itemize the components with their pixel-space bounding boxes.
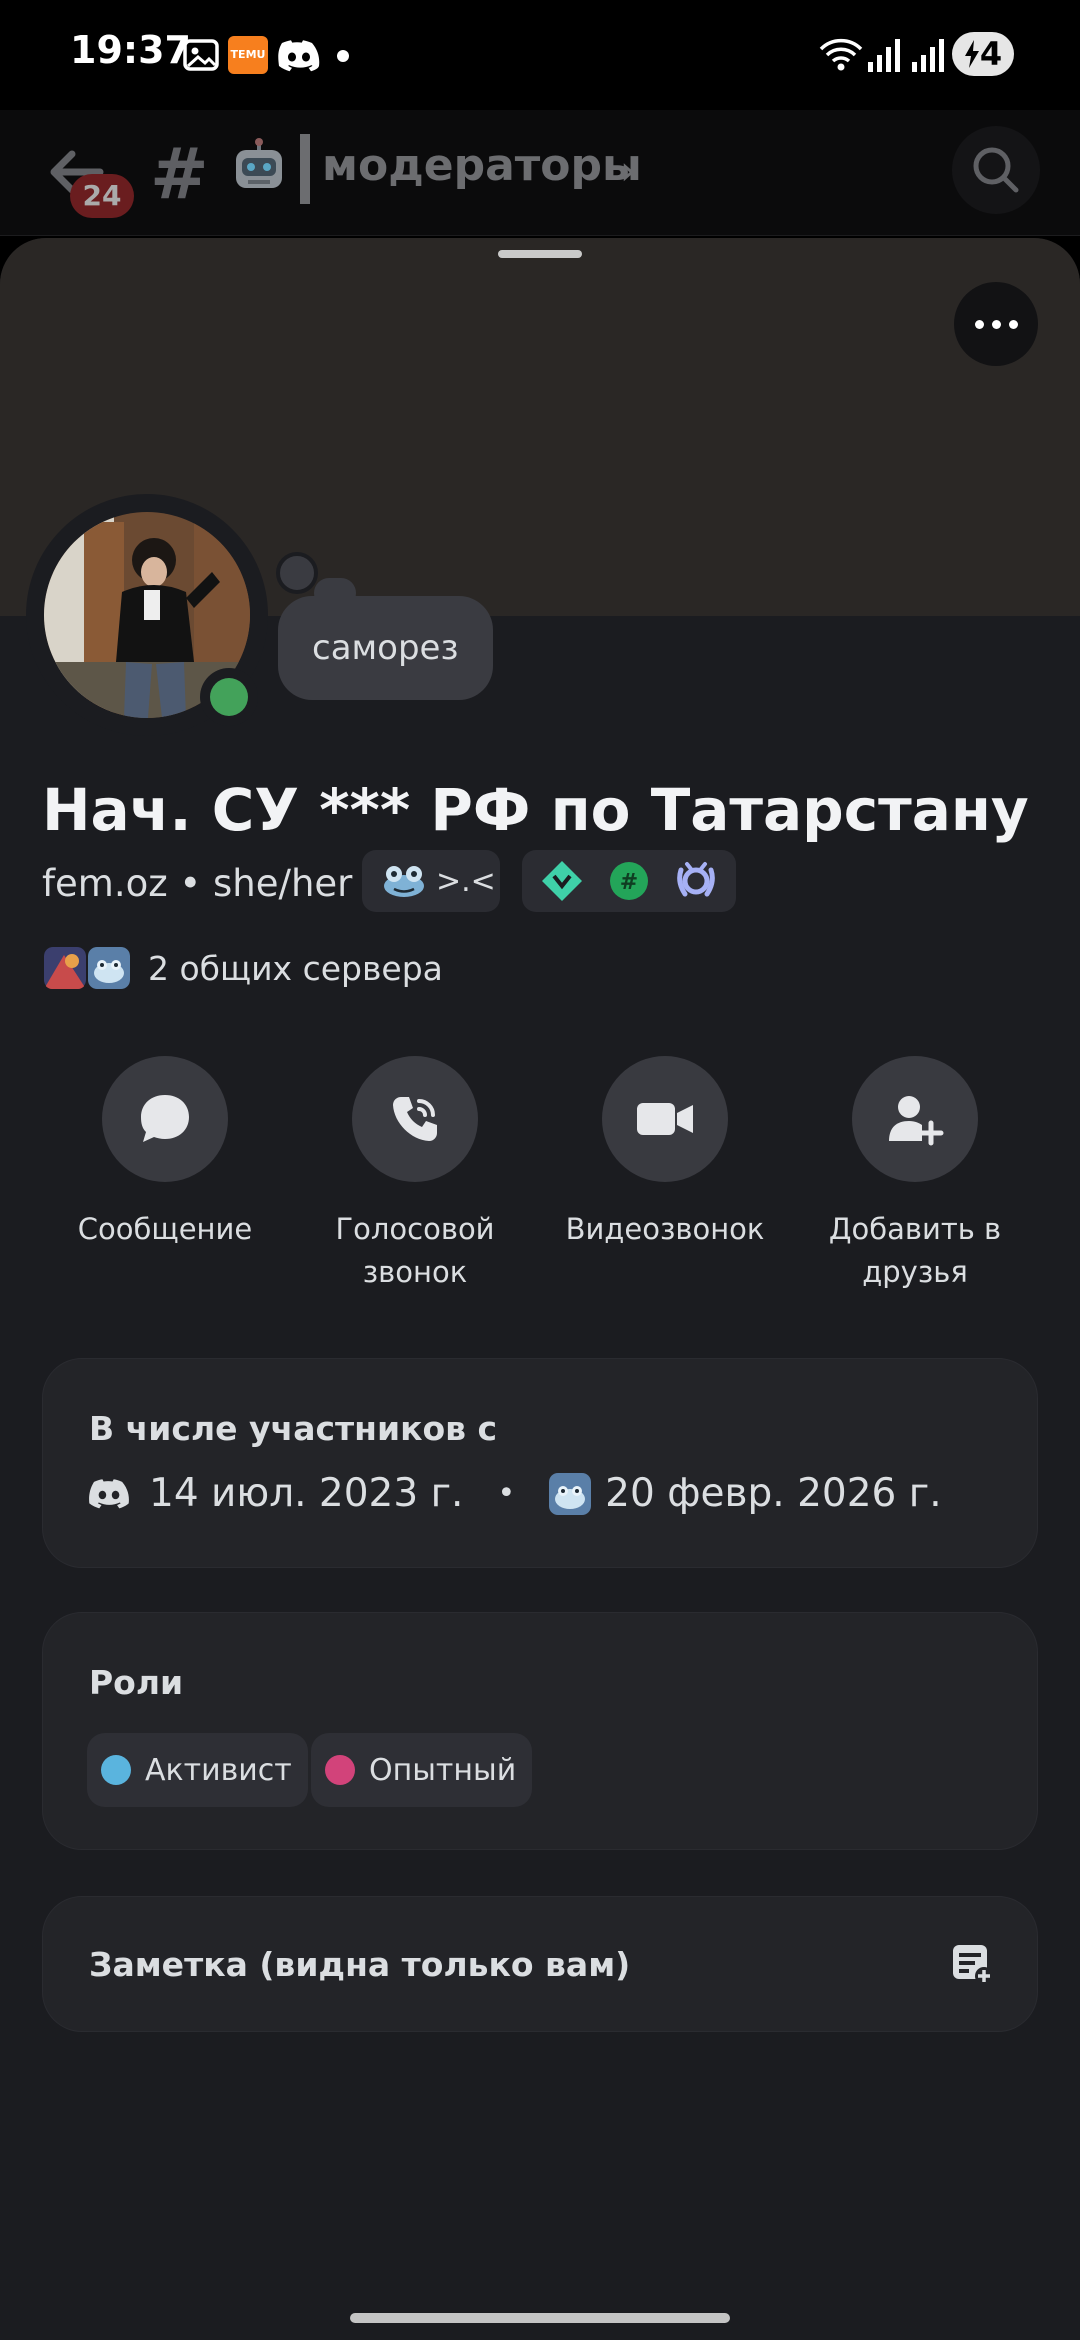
signal-icon-2 <box>912 39 944 72</box>
divider <box>300 134 310 204</box>
mutual-servers-label: 2 общих сервера <box>148 948 443 988</box>
display-name: Нач. СУ *** РФ по Татарстану <box>42 776 1029 844</box>
voice-call-action[interactable]: Голосовой звонок <box>290 1056 540 1294</box>
search-button[interactable] <box>952 126 1040 214</box>
more-options-button[interactable] <box>954 282 1038 366</box>
add-friend-label: Добавить в друзья <box>828 1212 1002 1289</box>
charging-bolt-icon <box>964 40 979 68</box>
active-developer-badge-icon[interactable]: # <box>606 858 652 904</box>
home-indicator[interactable] <box>350 2313 730 2323</box>
member-since-card: В числе участников с 14 июл. 2023 г. • 2… <box>42 1358 1038 1568</box>
frog-tag-icon <box>384 866 424 897</box>
discord-notification-icon <box>278 40 320 72</box>
badges-row: # <box>522 850 736 912</box>
signal-icon-1 <box>868 39 900 72</box>
mutual-server-icon-1 <box>42 945 88 991</box>
add-friend-button[interactable] <box>852 1056 978 1182</box>
search-icon <box>973 147 1019 193</box>
separator: • <box>179 862 202 905</box>
profile-sheet: саморез Нач. СУ *** РФ по Татарстану fem… <box>0 238 1080 2340</box>
role-chip[interactable]: Активист <box>87 1733 308 1807</box>
roles-card: Роли Активист Опытный <box>42 1612 1038 1850</box>
chevron-right-icon: › <box>620 148 636 194</box>
message-label: Сообщение <box>77 1212 253 1246</box>
pronouns: she/her <box>213 862 353 905</box>
channel-header: 24 # модераторы › <box>0 110 1080 236</box>
role-name: Активист <box>145 1752 292 1788</box>
more-dots-icon <box>974 319 984 329</box>
note-title: Заметка (видна только вам) <box>89 1945 631 1984</box>
battery-level: 4 <box>979 35 1003 73</box>
channel-hash-icon: # <box>150 133 209 215</box>
mutual-server-icon-2 <box>86 945 132 991</box>
sheet-grab-handle[interactable] <box>498 250 582 258</box>
username[interactable]: fem.oz <box>42 862 168 905</box>
clock: 19:37 <box>70 28 191 72</box>
role-color-dot <box>101 1755 131 1785</box>
discord-join-date: 14 июл. 2023 г. <box>149 1471 464 1516</box>
member-since-row: 14 июл. 2023 г. • 20 февр. 2026 г. <box>89 1471 942 1516</box>
discord-logo-icon <box>89 1478 129 1508</box>
roles-title: Роли <box>89 1663 184 1702</box>
separator: • <box>497 1476 516 1511</box>
server-tag[interactable]: >.< <box>362 850 500 912</box>
role-name: Опытный <box>369 1752 517 1788</box>
battery-indicator: 4 <box>952 32 1014 76</box>
phone-call-icon <box>393 1097 437 1141</box>
server-join-date: 20 февр. 2026 г. <box>605 1471 942 1516</box>
voice-call-label: Голосовой звонок <box>335 1212 495 1289</box>
hypesquad-badge-icon[interactable] <box>539 858 585 904</box>
add-friend-icon <box>889 1096 944 1146</box>
role-chip[interactable]: Опытный <box>311 1733 533 1807</box>
video-call-button[interactable] <box>602 1056 728 1182</box>
member-since-title: В числе участников с <box>89 1409 498 1448</box>
server-icon <box>549 1472 592 1515</box>
gallery-icon <box>183 39 219 71</box>
notification-dot <box>337 50 349 62</box>
svg-text:#: # <box>620 870 638 895</box>
chat-bubble-icon <box>141 1095 189 1142</box>
voice-call-button[interactable] <box>352 1056 478 1182</box>
robot-emoji-icon <box>236 138 282 188</box>
video-call-action[interactable]: Видеозвонок <box>540 1056 790 1251</box>
add-note-icon[interactable] <box>951 1943 993 1985</box>
unread-badge: 24 <box>70 174 134 218</box>
channel-name[interactable]: модераторы <box>322 140 642 191</box>
status-bar: 19:37 TEMU 4 <box>0 0 1080 110</box>
thought-bubble-dot <box>276 552 318 594</box>
video-camera-icon <box>637 1103 693 1135</box>
server-tag-text: >.< <box>436 863 496 899</box>
note-card[interactable]: Заметка (видна только вам) <box>42 1896 1038 2032</box>
avatar-container[interactable] <box>26 494 268 736</box>
temu-app-icon: TEMU <box>228 36 268 74</box>
username-line: fem.oz • she/her <box>42 862 352 905</box>
mutual-servers[interactable]: 2 общих сервера <box>42 944 443 992</box>
video-call-label: Видеозвонок <box>565 1212 765 1246</box>
nitro-laurel-badge-icon[interactable] <box>673 858 719 904</box>
wifi-icon <box>819 38 863 71</box>
online-status-indicator <box>200 668 258 726</box>
role-color-dot <box>325 1755 355 1785</box>
message-button[interactable] <box>102 1056 228 1182</box>
custom-status-bubble[interactable]: саморез <box>278 596 493 700</box>
add-friend-action[interactable]: Добавить в друзья <box>790 1056 1040 1294</box>
message-action[interactable]: Сообщение <box>40 1056 290 1251</box>
